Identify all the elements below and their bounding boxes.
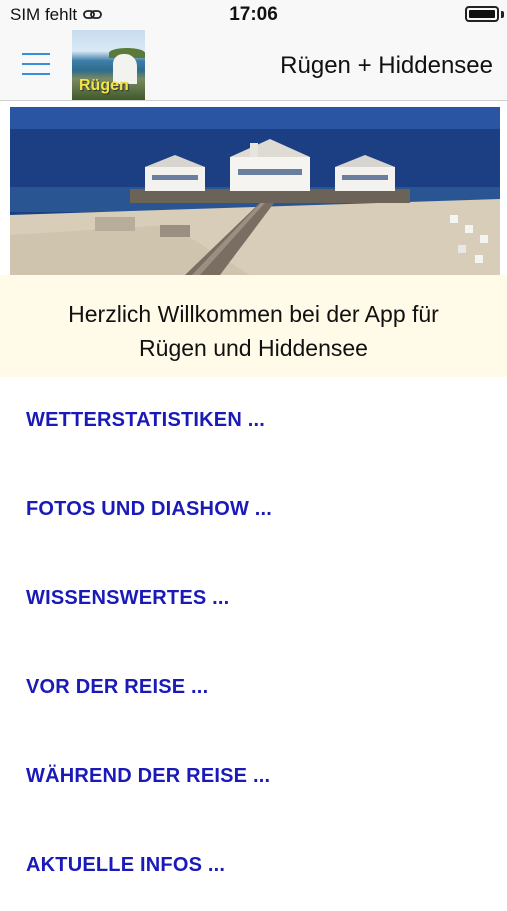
menu-list: WETTERSTATISTIKEN ... FOTOS UND DIASHOW …	[0, 377, 507, 900]
welcome-line-2: Rügen und Hiddensee	[139, 335, 368, 361]
menu-item-fotos-und-diashow[interactable]: FOTOS UND DIASHOW ...	[0, 466, 507, 555]
welcome-banner: Herzlich Willkommen bei der App für Rüge…	[0, 275, 507, 377]
menu-item-vor-der-reise[interactable]: VOR DER REISE ...	[0, 644, 507, 733]
welcome-text: Herzlich Willkommen bei der App für Rüge…	[0, 297, 507, 365]
nav-bar: Rügen Rügen + Hiddensee	[0, 30, 507, 101]
status-time: 17:06	[229, 4, 278, 25]
battery-icon	[465, 6, 499, 22]
menu-item-label: VOR DER REISE ...	[26, 676, 209, 698]
menu-item-wissenswertes[interactable]: WISSENSWERTES ...	[0, 555, 507, 644]
hamburger-icon[interactable]	[22, 50, 52, 80]
app-logo: Rügen	[72, 30, 145, 100]
menu-item-waehrend-der-reise[interactable]: WÄHREND DER REISE ...	[0, 733, 507, 822]
menu-item-wetterstatistiken[interactable]: WETTERSTATISTIKEN ...	[0, 377, 507, 466]
menu-item-aktuelle-infos[interactable]: AKTUELLE INFOS ...	[0, 822, 507, 911]
battery-tip	[501, 11, 504, 18]
header-image	[10, 107, 500, 275]
menu-item-label: WETTERSTATISTIKEN ...	[26, 409, 266, 431]
menu-item-label: AKTUELLE INFOS ...	[26, 854, 226, 876]
menu-item-label: WÄHREND DER REISE ...	[26, 765, 271, 787]
menu-item-label: FOTOS UND DIASHOW ...	[26, 498, 273, 520]
page-title: Rügen + Hiddensee	[280, 52, 493, 79]
pier-illustration	[10, 107, 500, 275]
menu-item-label: WISSENSWERTES ...	[26, 587, 230, 609]
logo-text: Rügen	[79, 77, 129, 94]
welcome-line-1: Herzlich Willkommen bei der App für	[68, 301, 439, 327]
status-bar: SIM fehlt 17:06	[0, 0, 507, 30]
